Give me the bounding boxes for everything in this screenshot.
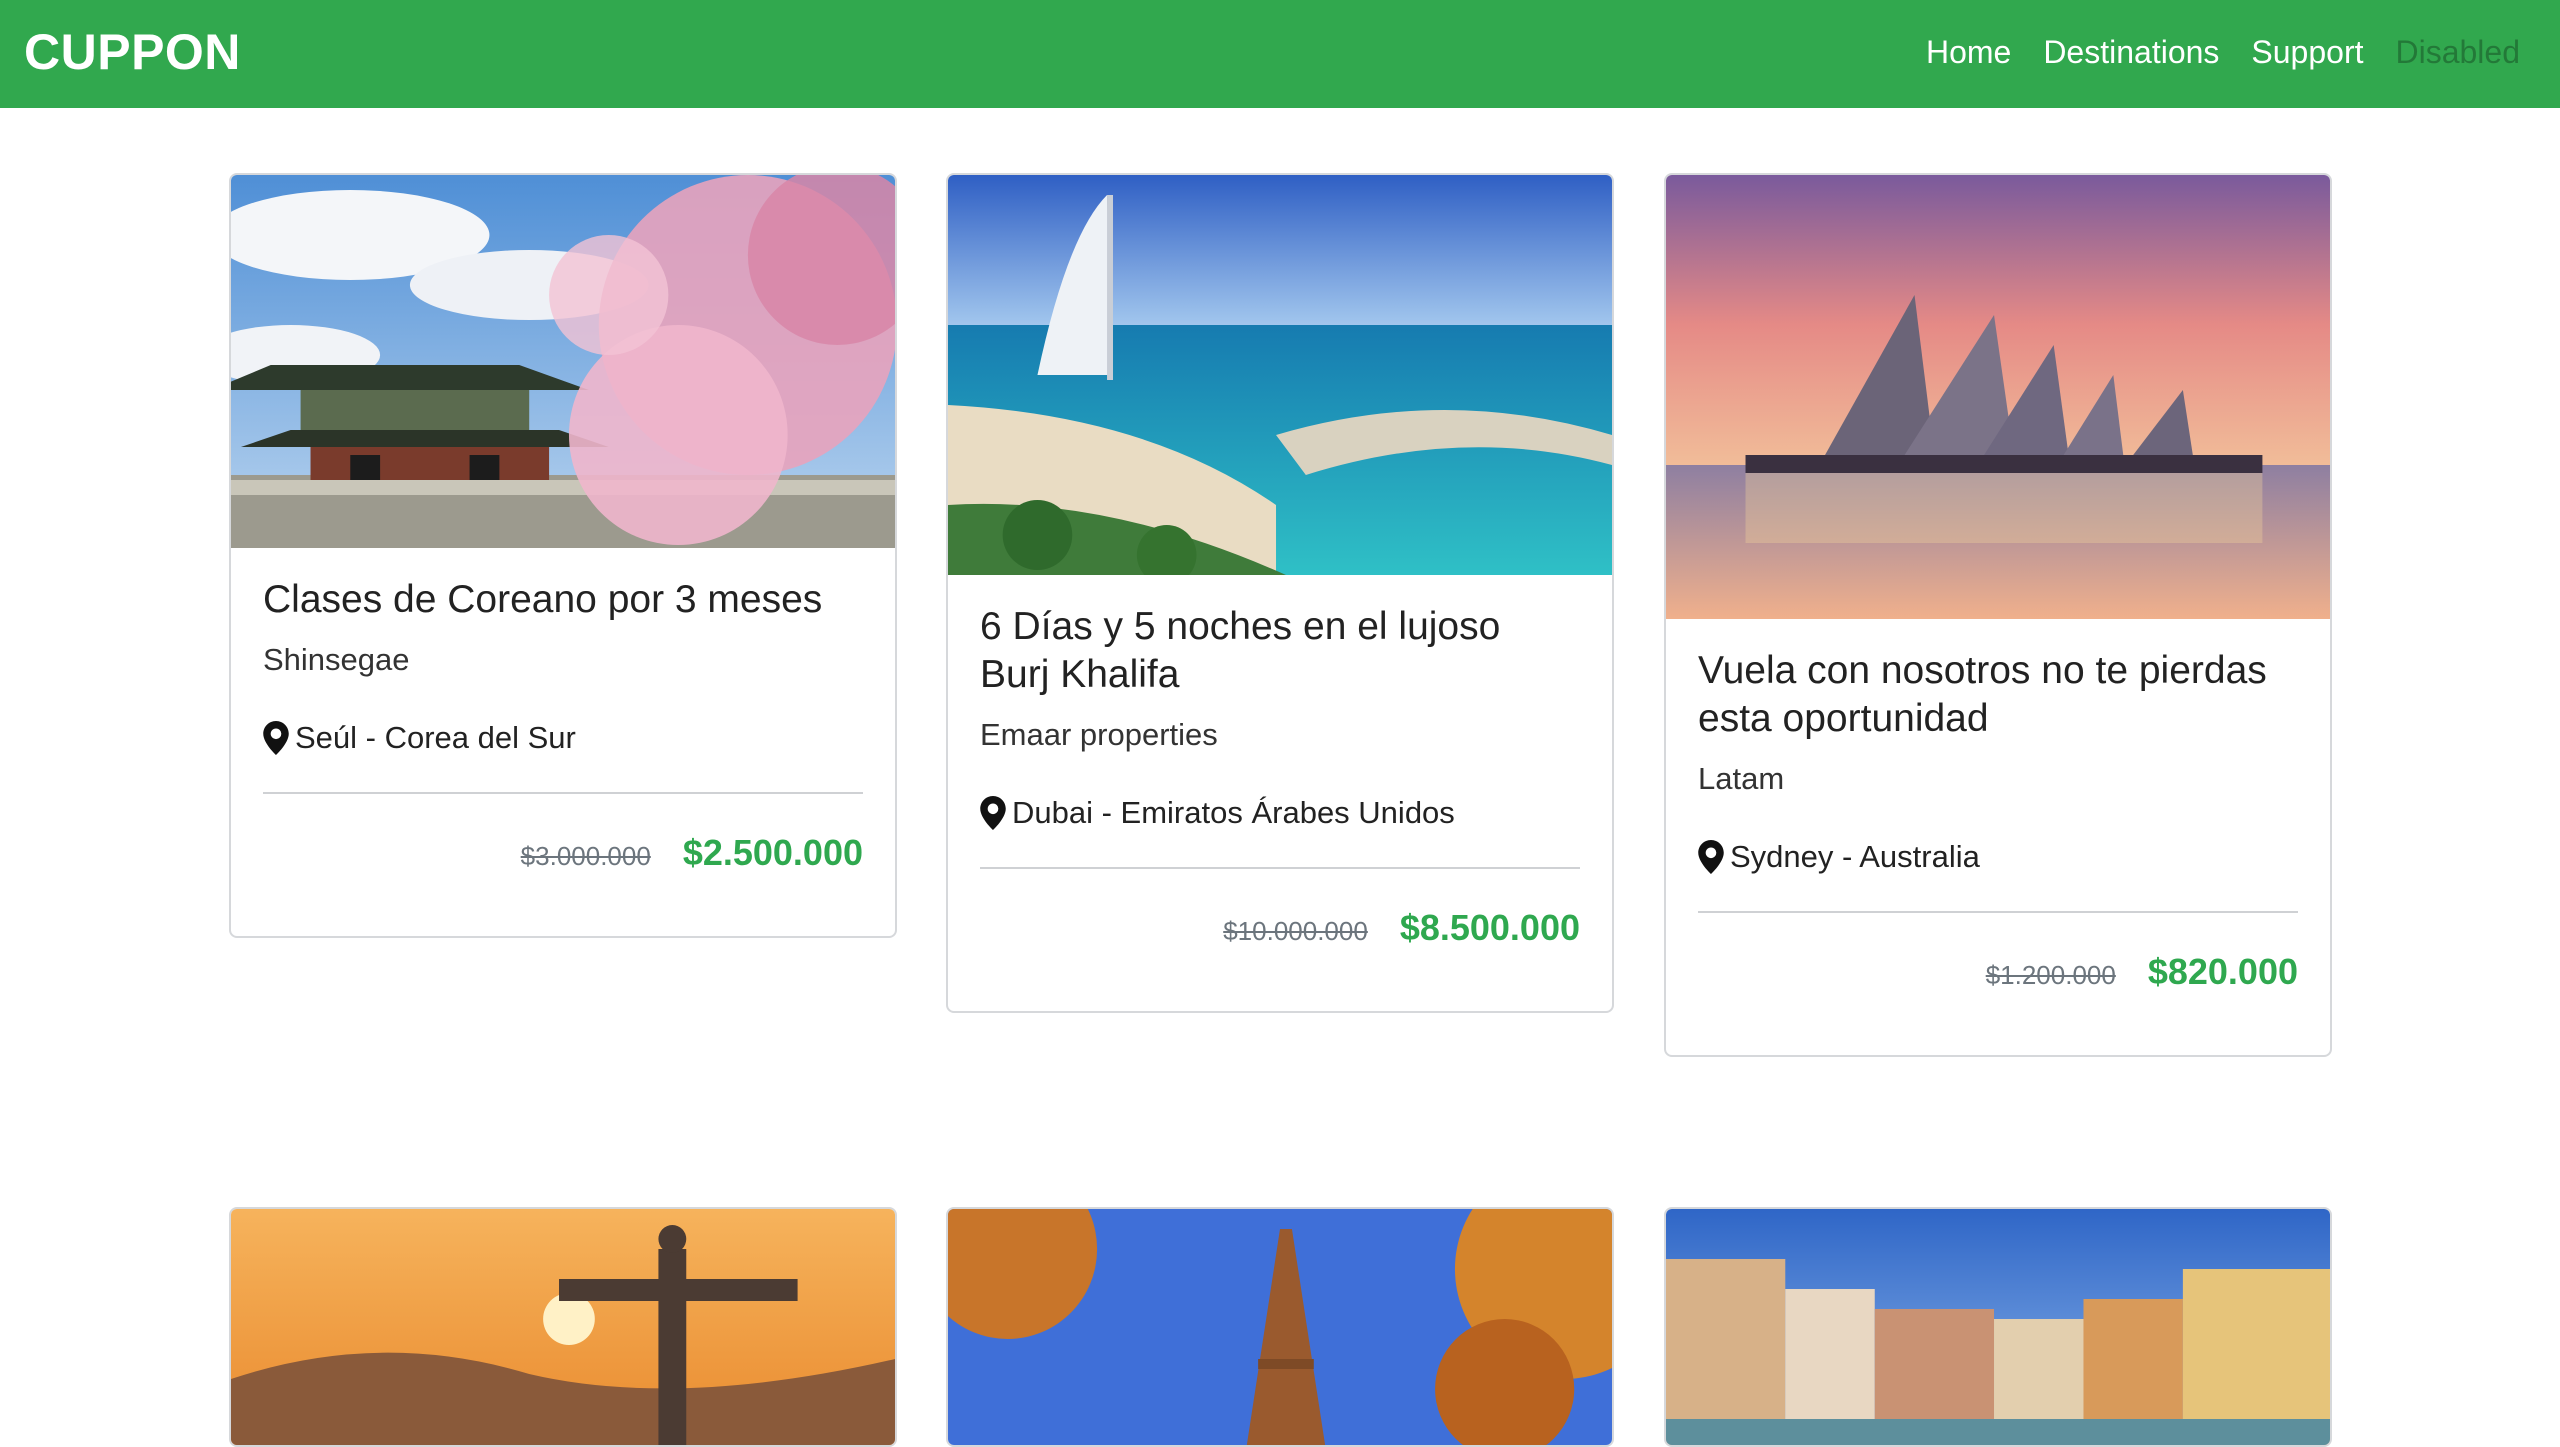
map-pin-icon [1698,840,1724,874]
deal-card[interactable] [1664,1207,2332,1447]
price-row: $1.200.000 $820.000 [1698,951,2298,1055]
card-image-dubai-burj [948,175,1612,575]
deal-card[interactable]: Clases de Coreano por 3 meses Shinsegae … [229,173,897,938]
price-row: $10.000.000 $8.500.000 [980,907,1580,1011]
deal-card[interactable] [229,1207,897,1447]
card-location: Dubai - Emiratos Árabes Unidos [980,793,1580,833]
nav-links: Home Destinations Support Disabled [1926,32,2520,72]
card-image-seoul-palace [231,175,895,548]
old-price: $1.200.000 [1985,960,2116,990]
card-image-sydney-opera [1666,175,2330,619]
nav-link-home[interactable]: Home [1926,32,2011,72]
nav-link-destinations[interactable]: Destinations [2043,32,2219,72]
card-location-text: Dubai - Emiratos Árabes Unidos [1012,795,1455,830]
card-divider [980,867,1580,869]
map-pin-icon [263,721,289,755]
card-title[interactable]: 6 Días y 5 noches en el lujoso Burj Khal… [980,603,1580,699]
map-pin-icon [980,796,1006,830]
deal-card[interactable]: 6 Días y 5 noches en el lujoso Burj Khal… [946,173,1614,1013]
card-image-rio-christ [231,1209,895,1445]
top-navbar: CUPPON Home Destinations Support Disable… [0,0,2560,108]
card-location-text: Sydney - Australia [1730,839,1980,874]
card-image-venice-canal [1666,1209,2330,1445]
nav-link-support[interactable]: Support [2251,32,2363,72]
card-title[interactable]: Clases de Coreano por 3 meses [263,576,863,624]
card-location-text: Seúl - Corea del Sur [295,720,576,755]
card-company: Shinsegae [263,642,410,677]
card-divider [1698,911,2298,913]
card-divider [263,792,863,794]
card-company: Emaar properties [980,717,1218,752]
new-price: $8.500.000 [1399,907,1580,948]
deal-card[interactable] [946,1207,1614,1447]
nav-link-disabled: Disabled [2395,34,2520,70]
new-price: $2.500.000 [682,832,863,873]
card-image-paris-eiffel [948,1209,1612,1445]
new-price: $820.000 [2147,951,2298,992]
brand-logo[interactable]: CUPPON [24,24,241,80]
price-row: $3.000.000 $2.500.000 [263,832,863,936]
card-title[interactable]: Vuela con nosotros no te pierdas esta op… [1698,647,2298,743]
old-price: $3.000.000 [520,841,651,871]
card-location: Sydney - Australia [1698,837,2298,877]
deal-card[interactable]: Vuela con nosotros no te pierdas esta op… [1664,173,2332,1057]
card-company: Latam [1698,761,1785,796]
card-location: Seúl - Corea del Sur [263,718,863,758]
old-price: $10.000.000 [1223,916,1368,946]
